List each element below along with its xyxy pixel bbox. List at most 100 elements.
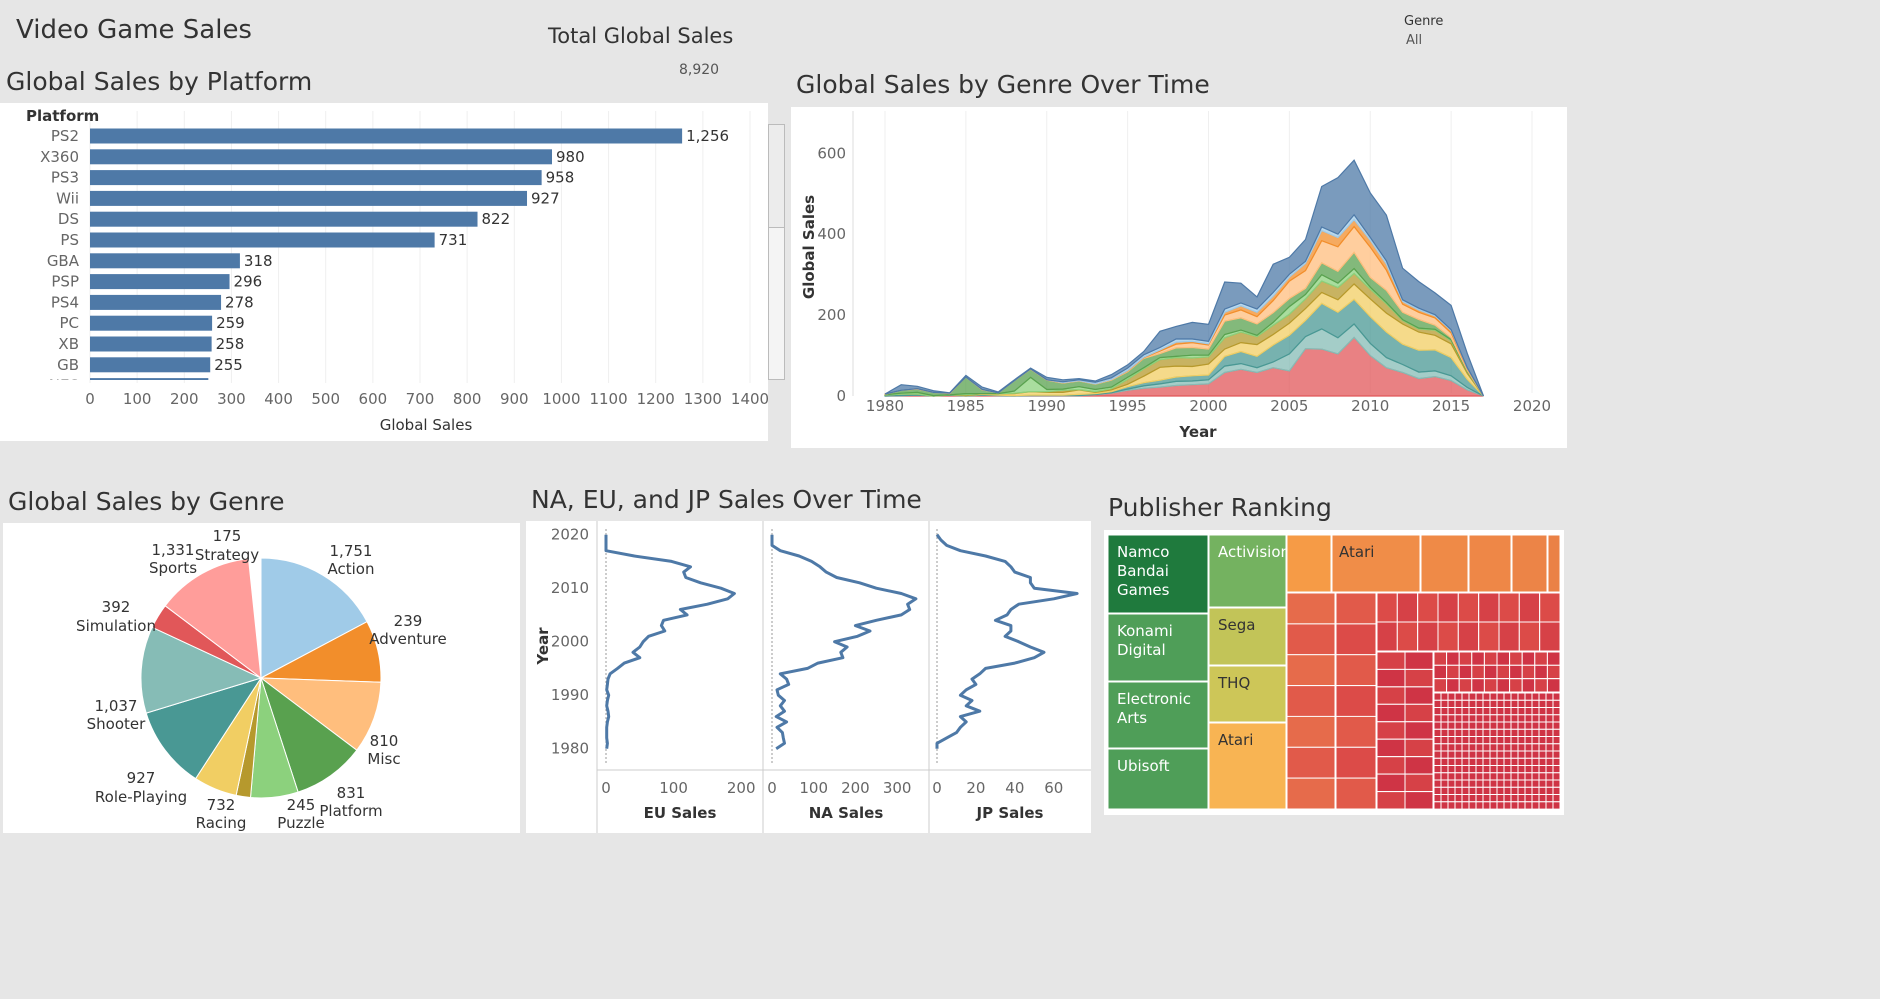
treemap-cell	[1524, 736, 1533, 745]
x-tick-label: 40	[1005, 779, 1024, 797]
x-tick-label: 400	[264, 390, 293, 408]
treemap-cell	[1404, 686, 1434, 705]
treemap-cell	[1538, 743, 1547, 752]
treemap-cell	[1552, 728, 1561, 738]
bar	[90, 274, 230, 290]
treemap-cell	[1482, 728, 1491, 738]
treemap-cell	[1545, 779, 1554, 788]
treemap-cell	[1503, 786, 1512, 796]
treemap-cell	[1468, 772, 1477, 781]
treemap-cell	[1503, 707, 1512, 716]
x-axis-title: JP Sales	[976, 804, 1044, 822]
treemap-cell	[1496, 678, 1511, 693]
treemap-cell	[1376, 738, 1406, 758]
treemap-cell	[1457, 592, 1480, 623]
treemap-cell	[1545, 765, 1554, 774]
treemap-cell	[1503, 801, 1512, 810]
treemap-cell	[1496, 779, 1505, 788]
treemap-cell	[1454, 743, 1463, 752]
x-tick-label: 100	[123, 390, 152, 408]
treemap-cell	[1475, 721, 1484, 730]
treemap-cell	[1496, 707, 1505, 716]
treemap-cell	[1496, 721, 1505, 730]
pie-value-label: 831	[337, 784, 366, 802]
platform-scrollbar-thumb[interactable]	[769, 125, 784, 228]
treemap-cell	[1496, 692, 1505, 701]
treemap-cell	[1433, 765, 1442, 774]
treemap-cell	[1433, 743, 1442, 752]
bar	[90, 170, 542, 186]
treemap-cell	[1545, 699, 1554, 709]
pie-category-label: Sports	[149, 559, 197, 577]
treemap-cell	[1286, 534, 1332, 593]
pie-value-label: 927	[127, 769, 156, 787]
treemap-cell	[1483, 678, 1498, 693]
treemap-cell	[1524, 779, 1533, 788]
treemap-cell	[1489, 794, 1498, 803]
treemap-cell	[1496, 786, 1505, 796]
pie-category-label: Simulation	[76, 617, 156, 635]
treemap-cell	[1482, 750, 1491, 759]
treemap-cell	[1454, 721, 1463, 730]
pie-category-label: Adventure	[369, 630, 447, 648]
bar-value-label: 258	[216, 335, 245, 353]
treemap-cell	[1404, 756, 1434, 775]
treemap-cell	[1538, 794, 1547, 803]
treemap-cell	[1461, 757, 1470, 767]
treemap-cell	[1545, 786, 1554, 796]
treemap-cell	[1454, 779, 1463, 788]
treemap-cell	[1517, 794, 1526, 803]
treemap-cell	[1552, 779, 1561, 788]
genre-filter-label: Genre	[1404, 14, 1444, 29]
x-tick-label: 900	[500, 390, 529, 408]
y-tick-label: 2020	[551, 526, 589, 544]
treemap-cell	[1496, 765, 1505, 774]
treemap-cell	[1496, 651, 1511, 666]
bar-value-label: 318	[244, 252, 273, 270]
treemap-cell	[1440, 707, 1449, 716]
category-label: X360	[40, 148, 79, 166]
treemap-cell	[1521, 651, 1536, 666]
treemap-cell	[1482, 707, 1491, 716]
treemap-cell	[1524, 786, 1533, 796]
kpi-value: 8,920	[679, 62, 720, 78]
treemap-cell	[1524, 721, 1533, 730]
treemap-label: Electronic	[1117, 690, 1191, 708]
treemap-cell	[1482, 736, 1491, 745]
platform-scrollbar[interactable]	[768, 124, 785, 380]
treemap-cell	[1433, 772, 1442, 781]
treemap-cell	[1454, 692, 1463, 701]
treemap-cell	[1517, 736, 1526, 745]
treemap-cell	[1468, 736, 1477, 745]
y-tick-label: 600	[817, 144, 846, 162]
treemap-cell	[1475, 728, 1484, 738]
treemap-label: Atari	[1218, 731, 1253, 749]
pie-category-label: Strategy	[195, 546, 259, 564]
treemap-cell	[1517, 707, 1526, 716]
genre-filter[interactable]: Genre All	[1404, 12, 1494, 52]
treemap-cell	[1468, 699, 1477, 709]
treemap-cell	[1482, 743, 1491, 752]
x-tick-label: 700	[406, 390, 435, 408]
pie-value-label: 1,751	[330, 542, 373, 560]
treemap-cell	[1552, 757, 1561, 767]
treemap-cell	[1524, 699, 1533, 709]
treemap-cell	[1496, 728, 1505, 738]
treemap-cell	[1454, 801, 1463, 810]
treemap-cell	[1545, 707, 1554, 716]
category-label: GB	[57, 356, 79, 374]
treemap-cell	[1461, 736, 1470, 745]
treemap-cell	[1475, 772, 1484, 781]
pie-value-label: 392	[102, 598, 131, 616]
treemap-cell	[1496, 794, 1505, 803]
treemap-cell	[1447, 699, 1456, 709]
bar-value-label: 296	[234, 273, 263, 291]
genre-time-chart-title: Global Sales by Genre Over Time	[796, 70, 1210, 99]
treemap-cell	[1538, 779, 1547, 788]
treemap-cell	[1531, 772, 1540, 781]
treemap-cell	[1482, 794, 1491, 803]
bar	[90, 357, 211, 373]
treemap-cell	[1510, 743, 1519, 752]
treemap-cell	[1376, 756, 1406, 775]
treemap-cell	[1552, 692, 1561, 701]
